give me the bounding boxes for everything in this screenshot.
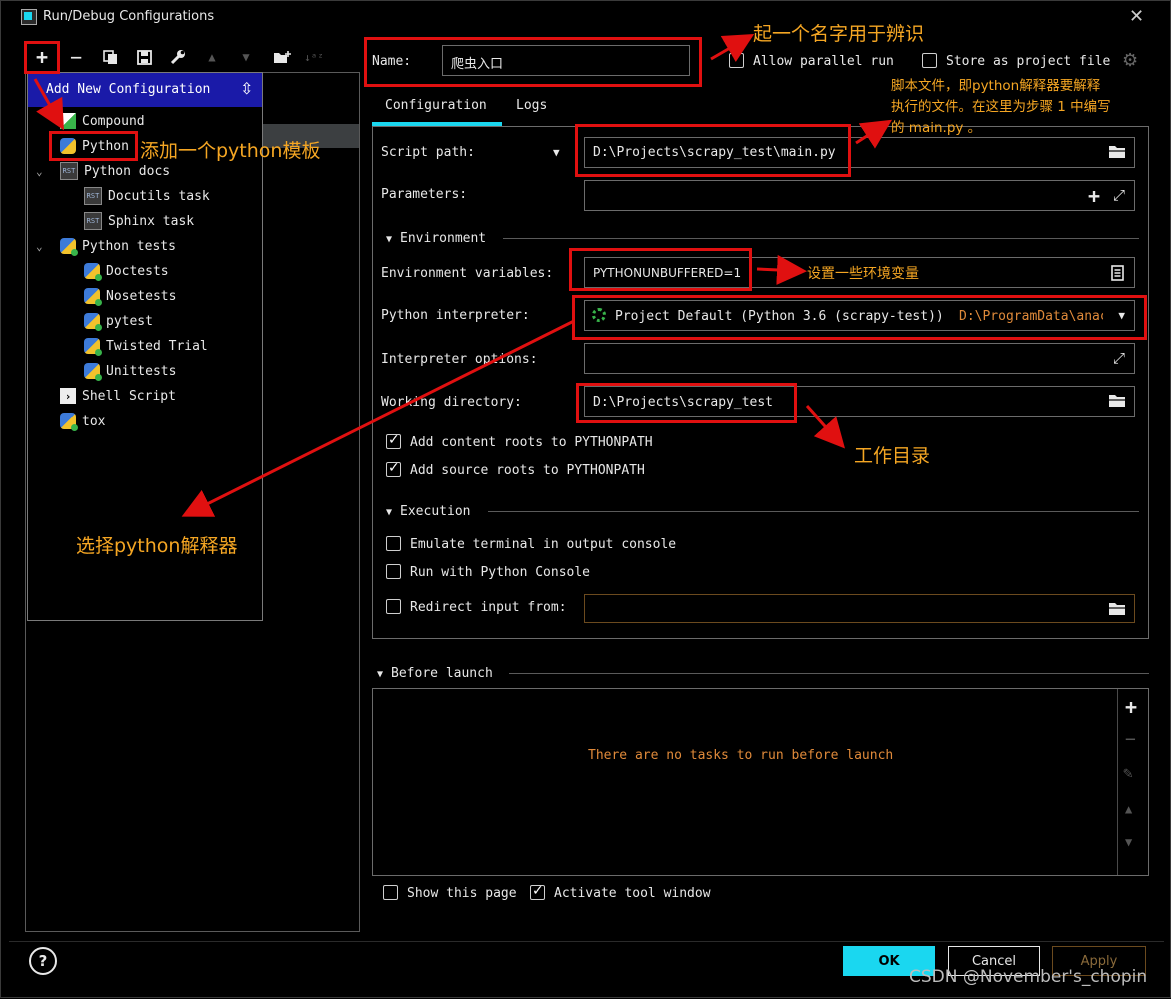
arrow-to-name <box>710 33 755 63</box>
annotation-env: 设置一些环境变量 <box>807 266 919 282</box>
arrow-to-script <box>855 119 893 149</box>
annotation-script-line1: 脚本文件，即python解释器要解释 <box>891 78 1101 94</box>
annotation-script-line3: 的 main.py 。 <box>891 120 982 136</box>
annotation-interpreter: 选择python解释器 <box>76 535 238 557</box>
arrow-to-env <box>756 254 807 285</box>
arrow-to-workdir <box>805 404 846 449</box>
run-debug-dialog: Run/Debug Configurations ✕ + − ▲ ▼ ↓ᵃᶻ A… <box>0 0 1171 998</box>
annotation-name: 起一个名字用于辨识 <box>753 23 925 45</box>
annotation-script-line2: 执行的文件。在这里为步骤 1 中编写 <box>891 99 1111 115</box>
arrow-to-interpreter <box>181 319 575 517</box>
arrow-to-python <box>33 78 64 131</box>
annotation-workdir: 工作目录 <box>854 445 931 467</box>
annotation-python-template: 添加一个python模板 <box>140 140 321 162</box>
